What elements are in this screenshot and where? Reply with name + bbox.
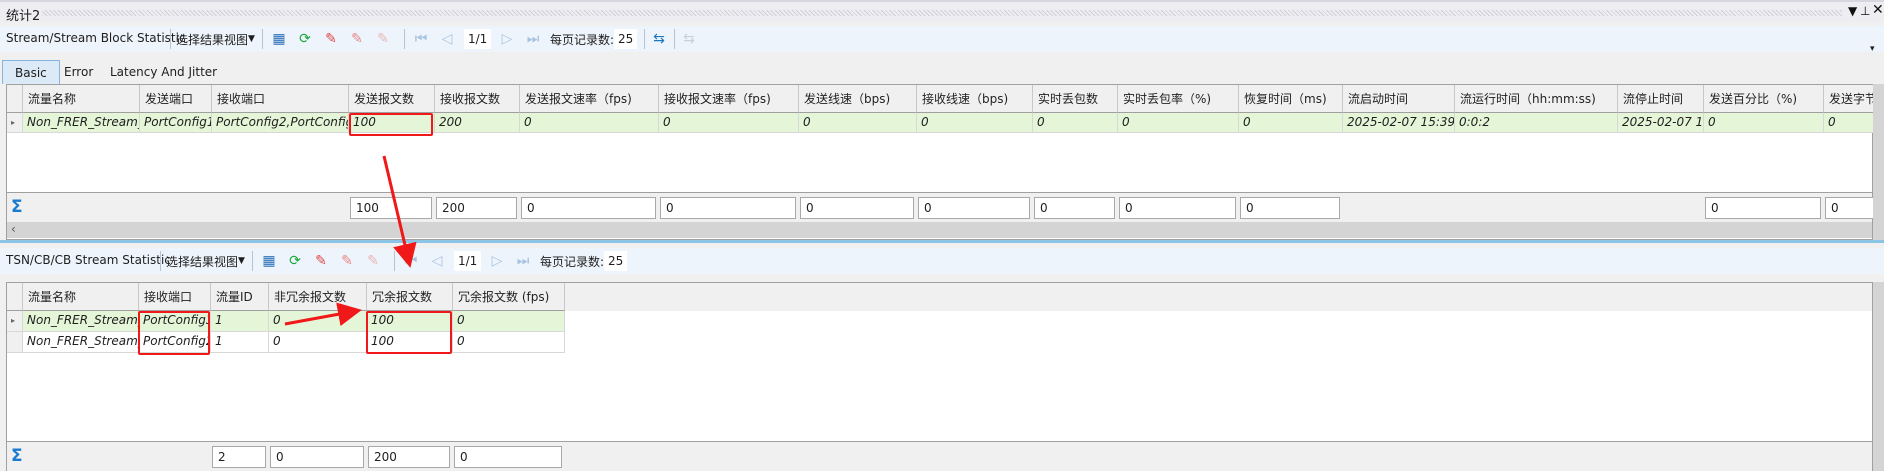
arrow-right — [284, 302, 362, 327]
arrow-down — [382, 155, 417, 268]
annotation-arrows — [284, 155, 417, 327]
